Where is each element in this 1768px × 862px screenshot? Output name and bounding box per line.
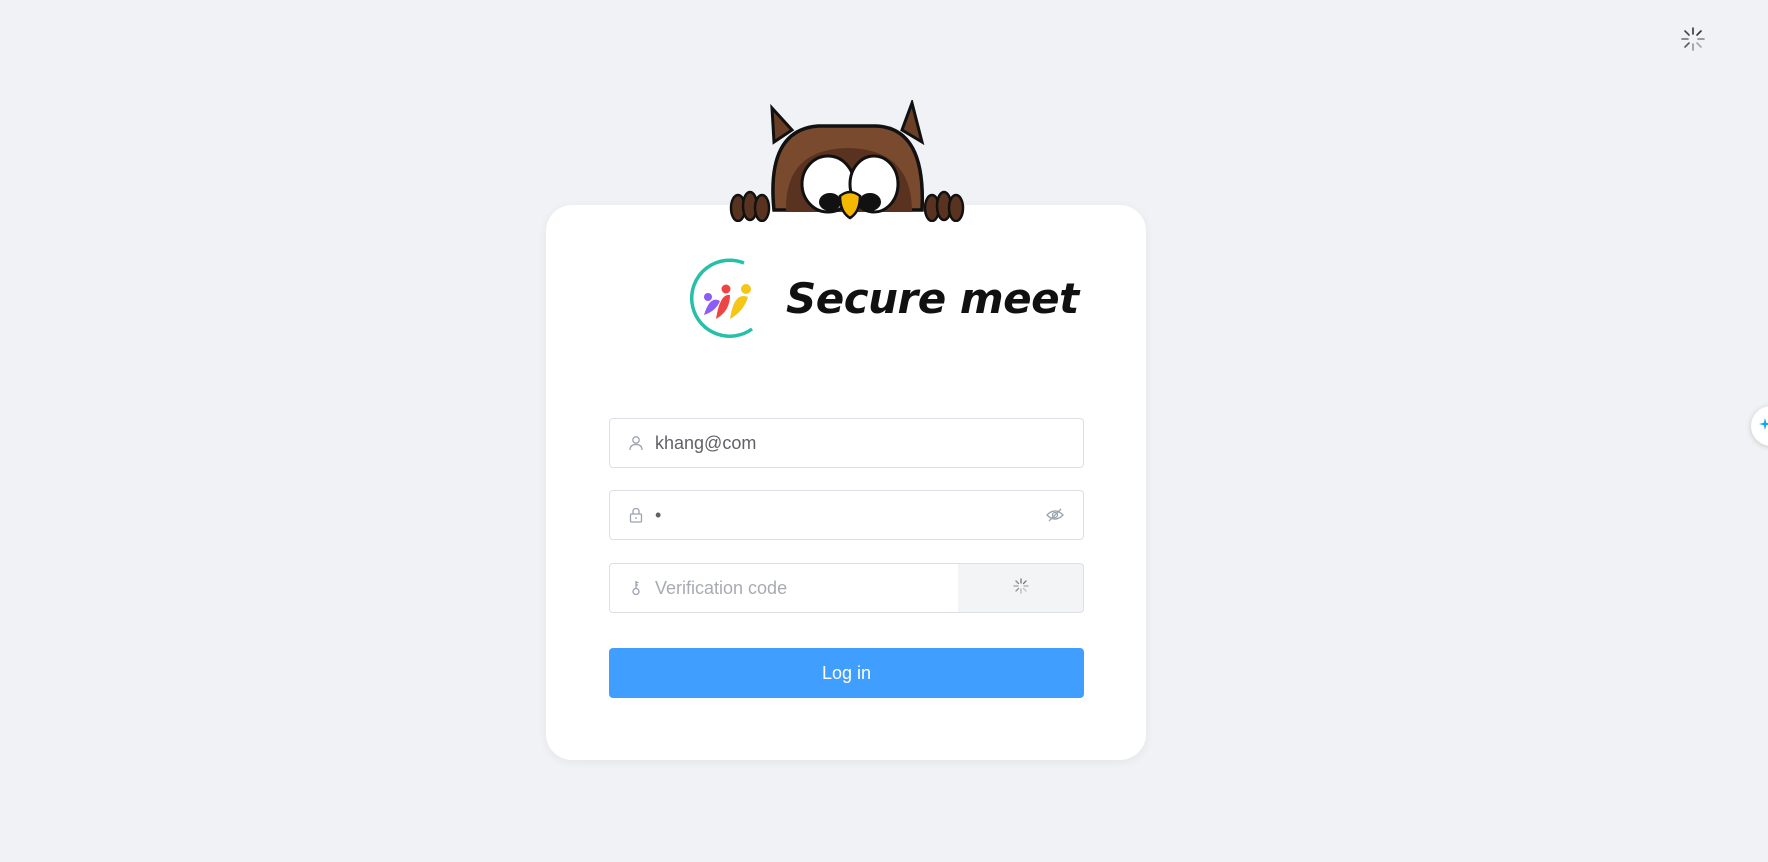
key-icon: [628, 580, 644, 596]
verification-code-field[interactable]: Verification code: [609, 563, 959, 613]
sparkle-icon: [1759, 417, 1768, 435]
lock-icon: [628, 507, 644, 523]
brand-name: Secure meet: [786, 273, 1079, 323]
password-input[interactable]: •: [655, 490, 1045, 540]
login-button[interactable]: Log in: [609, 648, 1084, 698]
captcha-image[interactable]: [958, 563, 1084, 613]
login-card: Secure meet khang@com • Verification cod…: [546, 205, 1146, 760]
side-widget-button[interactable]: [1751, 406, 1768, 446]
password-field[interactable]: •: [609, 490, 1084, 540]
username-input[interactable]: khang@com: [655, 418, 1083, 468]
owl-mascot: [726, 97, 972, 223]
people-circle-logo: [686, 257, 768, 339]
loading-spinner-icon: [1012, 577, 1029, 599]
eye-off-icon[interactable]: [1045, 505, 1065, 525]
username-field[interactable]: khang@com: [609, 418, 1084, 468]
user-icon: [628, 435, 644, 451]
verification-code-input[interactable]: Verification code: [655, 563, 958, 613]
brand-header: Secure meet: [686, 257, 1079, 339]
loading-spinner-icon: [1680, 26, 1706, 52]
